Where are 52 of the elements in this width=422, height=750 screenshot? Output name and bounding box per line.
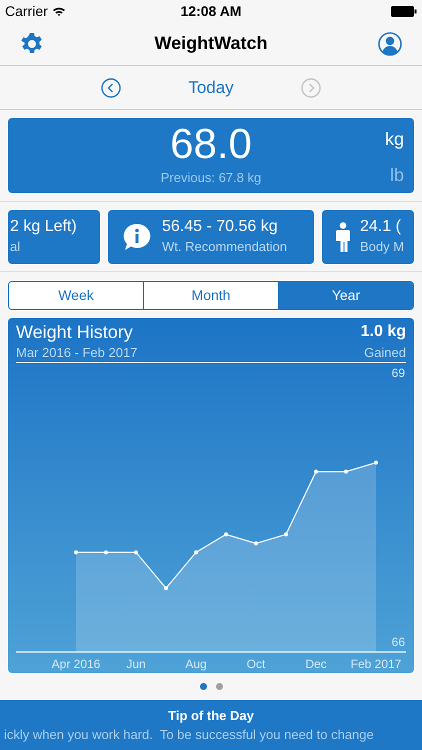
settings-icon[interactable] [20, 32, 44, 56]
change-label: Gained [364, 344, 406, 362]
unit-toggle[interactable]: lb [390, 162, 404, 189]
info-card[interactable]: 2 kg Left) al [8, 210, 100, 264]
data-point [344, 470, 348, 474]
info-card[interactable]: 56.45 - 70.56 kg Wt. Recommendation [108, 210, 314, 264]
x-tick-label: Oct [246, 657, 266, 671]
previous-weight: Previous: 67.8 kg [160, 169, 262, 187]
range-tab[interactable]: Year [278, 282, 413, 309]
info-caption: Wt. Recommendation [162, 238, 287, 256]
person-icon [336, 222, 350, 252]
carrier-label: Carrier [5, 2, 48, 20]
data-point [374, 460, 378, 465]
info-value: 56.45 - 70.56 kg [162, 216, 279, 237]
data-point [314, 470, 318, 474]
data-point [284, 532, 288, 536]
data-point [194, 550, 198, 554]
app-title: WeightWatch [154, 32, 268, 55]
x-tick-label: Apr 2016 [52, 657, 100, 671]
data-point [164, 586, 168, 590]
data-point [224, 532, 228, 536]
battery-icon [391, 6, 417, 16]
unit-toggle[interactable]: kg [384, 126, 404, 153]
range-tab[interactable]: Week [9, 282, 143, 309]
data-point [74, 550, 78, 554]
info-card[interactable]: 24.1 ( Body M [322, 210, 414, 264]
data-point [134, 550, 138, 554]
data-point [254, 541, 258, 546]
info-caption: al [10, 238, 22, 256]
tip-title: Tip of the Day [168, 706, 254, 725]
clock: 12:08 AM [180, 2, 242, 20]
info-bubble-icon [122, 222, 152, 252]
tip-text: ickly when you work hard. To be successful you need to change [3, 726, 374, 744]
wifi-icon [52, 6, 66, 16]
previous-day-button[interactable] [101, 78, 121, 98]
weight-change: 1.0 kg [360, 322, 406, 342]
y-tick-label: 69 [392, 366, 405, 380]
profile-icon[interactable] [378, 32, 402, 56]
x-tick-label: Dec [305, 657, 327, 671]
range-tab[interactable]: Month [143, 282, 278, 309]
data-point [104, 550, 108, 554]
x-tick-label: Feb 2017 [350, 657, 402, 671]
y-tick-label: 66 [392, 635, 405, 649]
date-label: Today [187, 76, 235, 99]
info-caption: Body M [360, 238, 404, 256]
info-value: 2 kg Left) [10, 216, 77, 237]
x-tick-label: Aug [185, 657, 207, 671]
chart-title: Weight History [16, 321, 134, 343]
x-tick-label: Jun [126, 657, 146, 671]
date-range: Mar 2016 - Feb 2017 [16, 344, 138, 362]
weight-value: 68.0 [170, 120, 252, 168]
info-value: 24.1 ( [360, 216, 402, 237]
